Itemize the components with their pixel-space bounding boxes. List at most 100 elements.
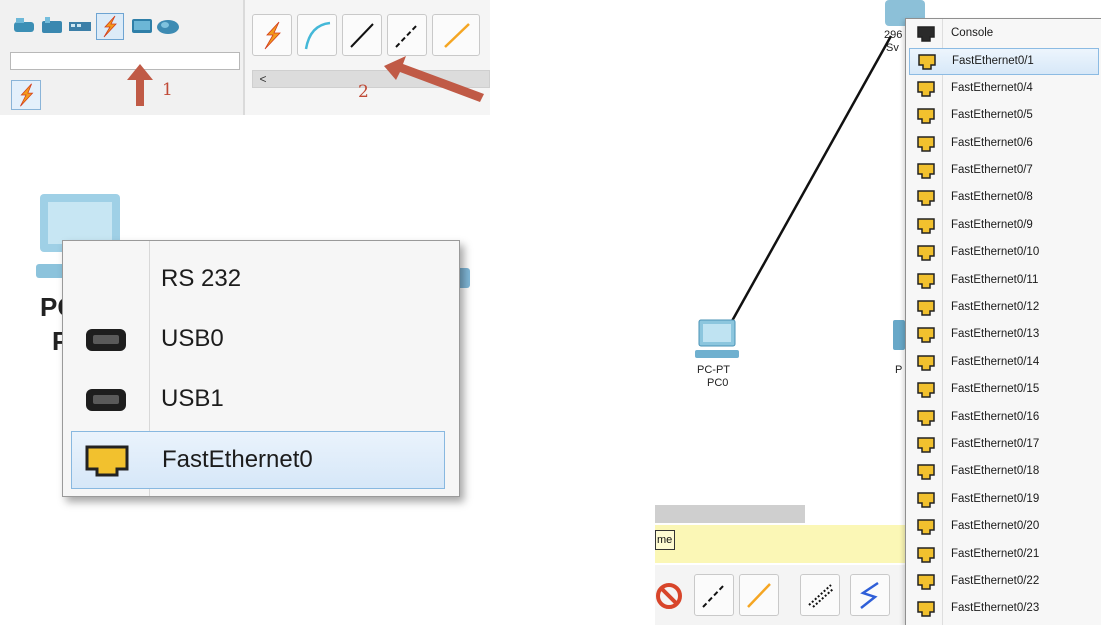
straight-cable-icon	[350, 23, 374, 48]
port-option-label: FastEthernet0/9	[951, 218, 1033, 231]
port-option-label: FastEthernet0/1	[952, 55, 1034, 68]
port-option-usb1[interactable]: USB1	[71, 371, 445, 429]
port-option-label: FastEthernet0/16	[951, 410, 1040, 423]
port-option-label: FastEthernet0/7	[951, 164, 1033, 176]
pc1-label-fragment: P	[895, 364, 903, 376]
port-option-label: FastEthernet0/18	[951, 465, 1040, 478]
port-option-fastethernet0-23[interactable]: FastEthernet0/23	[909, 596, 1099, 623]
switch-name-fragment: Sv	[886, 42, 899, 54]
port-option-fastethernet0-12[interactable]: FastEthernet0/12	[909, 295, 1099, 322]
crossover-cable-button[interactable]	[694, 574, 734, 616]
end-devices-category-icon[interactable]	[130, 15, 154, 37]
horizontal-scrollbar[interactable]	[655, 505, 805, 523]
fiber-cable-button[interactable]	[432, 14, 480, 56]
annotation-arrow-2	[384, 56, 484, 102]
port-option-fastethernet0-6[interactable]: FastEthernet0/6	[909, 131, 1099, 158]
ethernet-port-icon	[85, 445, 129, 477]
status-bar	[655, 525, 945, 563]
port-option-fastethernet0[interactable]: FastEthernet0	[71, 431, 445, 489]
pc0-device-icon[interactable]	[693, 318, 741, 362]
copper-straight-through-button[interactable]	[342, 14, 382, 56]
ethernet-port-icon	[917, 108, 935, 124]
port-option-fastethernet0-5[interactable]: FastEthernet0/5	[909, 103, 1099, 130]
port-option-label: FastEthernet0/12	[951, 301, 1040, 313]
annotation-arrow-1	[127, 64, 153, 106]
port-option-label: FastEthernet0/22	[951, 575, 1040, 587]
port-option-label: FastEthernet0/20	[951, 520, 1040, 533]
port-option-fastethernet0-11[interactable]: FastEthernet0/11	[909, 268, 1099, 295]
port-option-label: FastEthernet0/13	[951, 328, 1040, 341]
switch-port-menu: Console FastEthernet0/1 FastEthernet0/4 Fas…	[905, 18, 1101, 625]
port-option-fastethernet0-9[interactable]: FastEthernet0/9	[909, 213, 1099, 240]
fiber-cable-icon	[444, 23, 470, 48]
fiber-cable-icon	[747, 583, 771, 608]
port-option-fastethernet0-21[interactable]: FastEthernet0/21	[909, 542, 1099, 569]
port-option-fastethernet0-17[interactable]: FastEthernet0/17	[909, 432, 1099, 459]
wan-emulation-category-icon[interactable]	[156, 15, 180, 37]
port-option-label: USB1	[161, 385, 224, 412]
pc0-name-label: PC0	[707, 377, 729, 389]
port-option-fastethernet0-16[interactable]: FastEthernet0/16	[909, 405, 1099, 432]
copper-cross-over-button[interactable]	[387, 14, 427, 56]
port-option-label: FastEthernet0/5	[951, 109, 1033, 122]
port-option-fastethernet0-1[interactable]: FastEthernet0/1	[909, 48, 1099, 76]
ethernet-port-icon	[917, 382, 935, 398]
port-option-label: FastEthernet0	[162, 446, 313, 473]
ethernet-port-icon	[917, 409, 935, 426]
port-option-fastethernet0-22[interactable]: FastEthernet0/22	[909, 569, 1099, 596]
port-option-fastethernet0-13[interactable]: FastEthernet0/13	[909, 322, 1099, 349]
port-option-label: FastEthernet0/8	[951, 191, 1033, 204]
port-option-fastethernet0-18[interactable]: FastEthernet0/18	[909, 459, 1099, 486]
phone-cable-icon	[808, 584, 834, 608]
ethernet-port-icon	[917, 300, 935, 316]
scroll-left-button[interactable]: <	[256, 71, 270, 87]
port-option-label: FastEthernet0/11	[951, 273, 1039, 286]
port-option-fastethernet0-10[interactable]: FastEthernet0/10	[909, 240, 1099, 267]
port-option-fastethernet0-8[interactable]: FastEthernet0/8	[909, 185, 1099, 212]
connections-category-icon[interactable]	[96, 13, 124, 40]
ethernet-port-icon	[917, 519, 935, 535]
annotation-number-1: 1	[162, 80, 173, 100]
routers-category-icon[interactable]	[12, 15, 36, 37]
ethernet-port-icon	[917, 272, 935, 289]
port-option-fastethernet0-4[interactable]: FastEthernet0/4	[909, 76, 1099, 103]
port-option-console[interactable]: Console	[909, 21, 1099, 48]
ethernet-port-icon	[917, 327, 935, 344]
console-port-icon	[917, 26, 935, 42]
port-option-fastethernet0-7[interactable]: FastEthernet0/7	[909, 158, 1099, 185]
port-option-label: FastEthernet0/23	[951, 602, 1040, 615]
serial-cable-button[interactable]	[850, 574, 890, 616]
fiber-cable-button[interactable]	[739, 574, 779, 616]
pc0-type-label: PC-PT	[697, 364, 730, 376]
console-cable-button[interactable]	[297, 14, 337, 56]
ethernet-port-icon	[917, 190, 935, 207]
port-option-label: USB0	[161, 325, 224, 352]
usb-port-icon	[86, 389, 126, 411]
delete-tool-button[interactable]	[655, 574, 687, 616]
port-option-rs232[interactable]: RS 232	[71, 251, 445, 309]
port-option-label: Console	[951, 27, 994, 39]
annotation-number-2: 2	[358, 82, 369, 102]
hubs-category-icon[interactable]	[68, 15, 92, 37]
ethernet-port-icon	[917, 135, 935, 152]
crossover-cable-icon	[702, 583, 726, 608]
port-option-label: FastEthernet0/14	[951, 355, 1040, 368]
switches-category-icon[interactable]	[40, 15, 64, 37]
pc-port-menu: RS 232 USB0 USB1 FastEthernet0	[62, 240, 460, 497]
automatic-connection-button[interactable]	[252, 14, 292, 56]
port-option-fastethernet0-15[interactable]: FastEthernet0/15	[909, 377, 1099, 404]
port-option-usb0[interactable]: USB0	[71, 311, 445, 369]
port-option-fastethernet0-20[interactable]: FastEthernet0/20	[909, 514, 1099, 541]
ethernet-port-icon	[917, 546, 935, 563]
ethernet-port-icon	[917, 355, 935, 371]
pc1-device-fragment[interactable]	[893, 320, 905, 350]
port-option-label: FastEthernet0/4	[951, 81, 1033, 94]
crossover-cable-icon	[395, 23, 419, 48]
port-option-label: FastEthernet0/10	[951, 246, 1040, 259]
port-option-fastethernet0-14[interactable]: FastEthernet0/14	[909, 350, 1099, 377]
ethernet-port-icon	[917, 437, 935, 453]
connections-subcategory-icon[interactable]	[11, 80, 41, 110]
phone-cable-button[interactable]	[800, 574, 840, 616]
ethernet-port-icon	[917, 574, 935, 590]
port-option-fastethernet0-19[interactable]: FastEthernet0/19	[909, 487, 1099, 514]
